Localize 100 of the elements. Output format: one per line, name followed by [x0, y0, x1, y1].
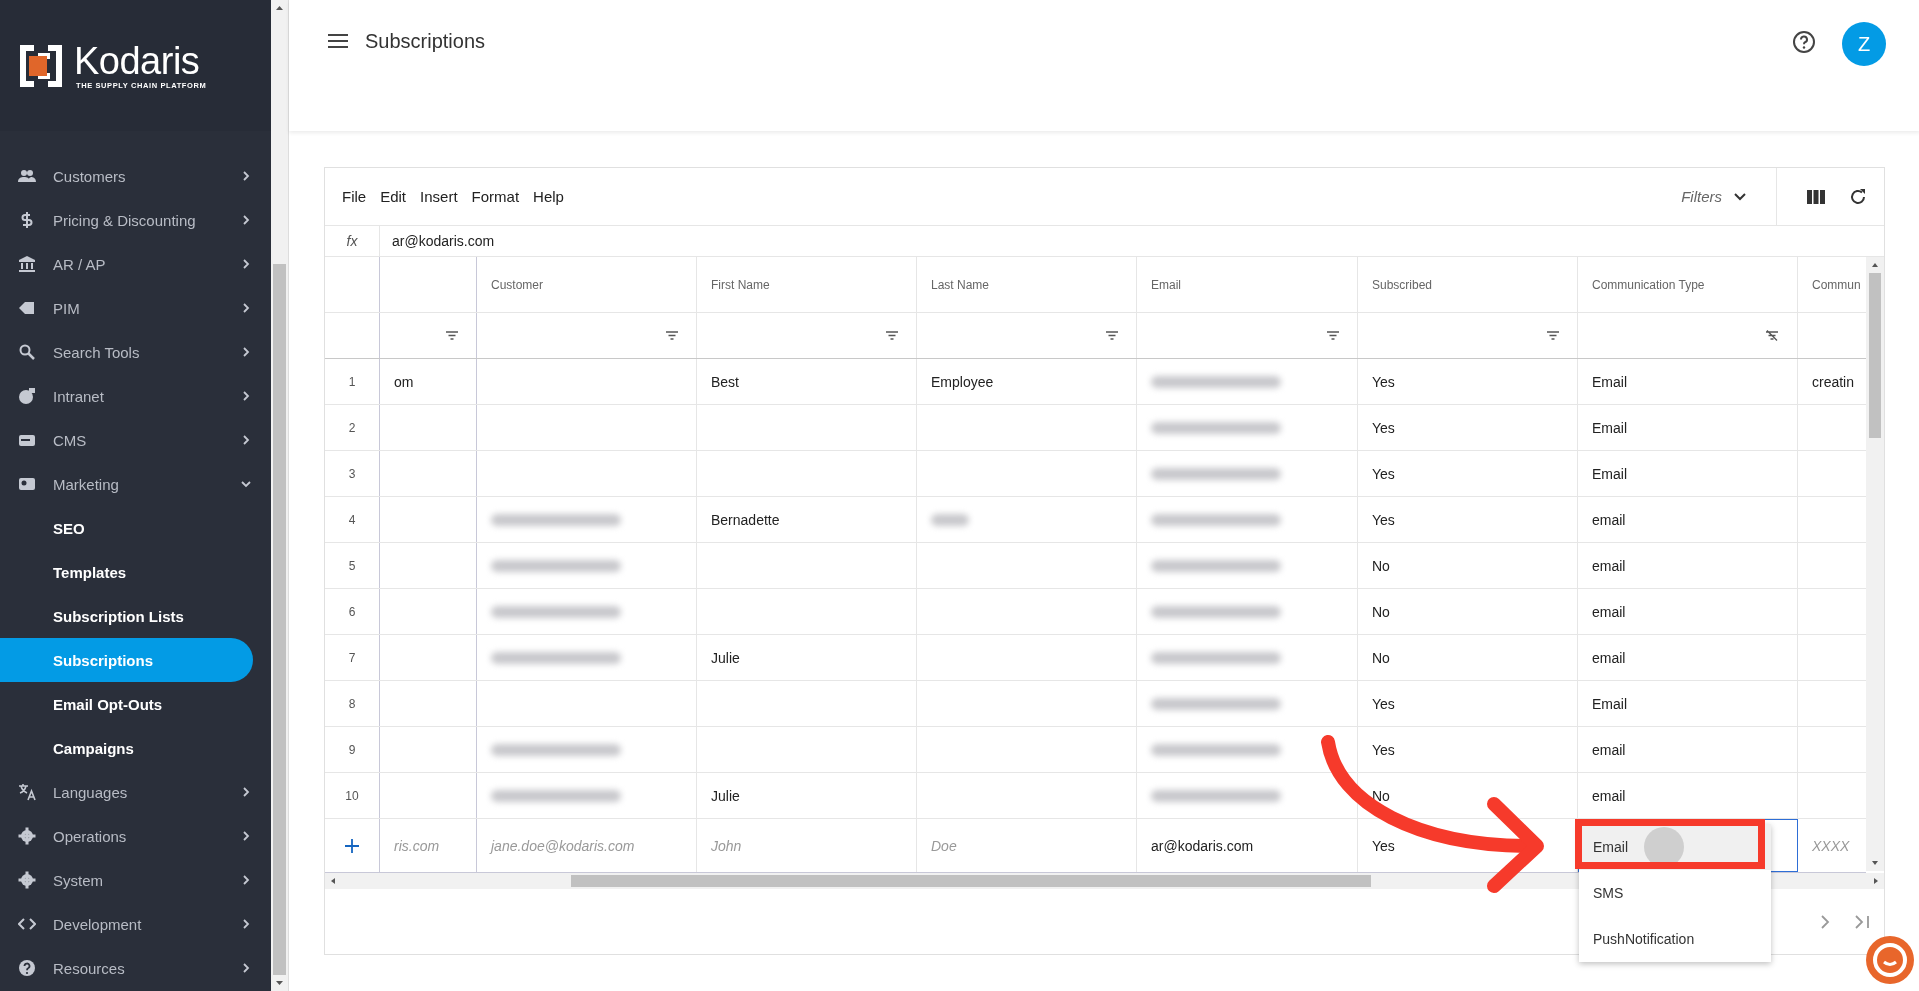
menu-item[interactable]: File [342, 188, 367, 205]
tag-icon [18, 299, 36, 317]
sidebar-item[interactable]: Customers [0, 154, 271, 198]
search-icon [18, 343, 36, 361]
dropdown-option[interactable]: SMS [1579, 870, 1771, 916]
sidebar-item[interactable]: Search Tools [0, 330, 271, 374]
table-cell: Bernadette [711, 511, 780, 528]
menu-item[interactable]: Insert [420, 188, 458, 205]
table-cell: Yes [1372, 465, 1395, 482]
filter-icon[interactable] [1327, 331, 1339, 340]
column-header[interactable]: First Name [711, 277, 770, 292]
sidebar-item[interactable]: AR / AP [0, 242, 271, 286]
next-page-icon[interactable] [1820, 914, 1830, 929]
filter-icon[interactable] [886, 331, 898, 340]
filter-icon[interactable] [446, 331, 458, 340]
chat-icon[interactable] [1865, 935, 1915, 985]
table-cell: No [1372, 557, 1390, 574]
table-cell: email [1592, 511, 1626, 528]
scrollbar-thumb[interactable] [273, 264, 286, 975]
table-cell: Yes [1372, 695, 1395, 712]
input-value[interactable]: Yes [1372, 837, 1395, 854]
sidebar-item[interactable]: Pricing & Discounting [0, 198, 271, 242]
brand-name: Kodaris [74, 41, 201, 81]
table-cell: Best [711, 373, 739, 390]
table-cell: Yes [1372, 419, 1395, 436]
chevron-right-icon [241, 391, 251, 401]
filter-icon[interactable] [666, 331, 678, 340]
add-icon[interactable] [345, 838, 359, 853]
row-number: 5 [348, 558, 356, 573]
sidebar-item[interactable]: Marketing [0, 462, 271, 506]
row-number: 8 [348, 696, 356, 711]
chevron-right-icon [241, 303, 251, 313]
sidebar-subitem[interactable]: SEO [0, 506, 253, 550]
column-header[interactable]: Customer [491, 277, 543, 292]
column-header[interactable]: Subscribed [1372, 277, 1433, 292]
dropdown-option[interactable]: PushNotification [1579, 916, 1771, 962]
chevron-down-icon [1734, 192, 1746, 201]
chevron-right-icon [241, 919, 251, 929]
gear-icon [18, 827, 36, 845]
scrollbar-thumb[interactable] [571, 875, 1371, 887]
chevron-right-icon [241, 259, 251, 269]
row-number: 1 [348, 374, 356, 389]
help-icon [18, 959, 36, 977]
last-page-icon[interactable] [1854, 914, 1870, 929]
column-header[interactable]: Communication Type [1592, 277, 1705, 292]
chevron-right-icon [241, 875, 251, 885]
formula-field[interactable]: ar@kodaris.com [380, 233, 495, 249]
input-value[interactable]: ar@kodaris.com [1151, 837, 1254, 854]
sidebar-item[interactable]: PIM [0, 286, 271, 330]
table-cell: Employee [931, 373, 994, 390]
sidebar-item[interactable]: System [0, 858, 271, 902]
sidebar-subitem[interactable]: Email Opt-Outs [0, 682, 253, 726]
table-cell: email [1592, 741, 1626, 758]
chevron-right-icon [241, 347, 251, 357]
sidebar-subitem[interactable]: Campaigns [0, 726, 253, 770]
filter-icon[interactable] [1547, 331, 1559, 340]
table-cell: No [1372, 787, 1390, 804]
table-cell: om [394, 373, 414, 390]
table-cell: Julie [711, 787, 740, 804]
chevron-right-icon [241, 215, 251, 225]
blurred-text [931, 513, 969, 526]
menu-item[interactable]: Format [471, 188, 520, 205]
filter-off-icon[interactable] [1765, 330, 1779, 341]
table-cell: Yes [1372, 511, 1395, 528]
scrollbar-thumb[interactable] [1869, 273, 1881, 438]
chevron-right-icon [241, 171, 251, 181]
table-cell: Yes [1372, 741, 1395, 758]
chevron-right-icon [241, 435, 251, 445]
table-cell: Julie [711, 649, 740, 666]
sidebar-subitem[interactable]: Templates [0, 550, 253, 594]
column-header[interactable]: Email [1151, 277, 1181, 292]
sidebar-item[interactable]: Languages [0, 770, 271, 814]
filters-dropdown[interactable]: Filters [1681, 188, 1762, 205]
help-icon[interactable] [1792, 30, 1816, 54]
sidebar-item[interactable]: CMS [0, 418, 271, 462]
refresh-icon[interactable] [1849, 187, 1867, 206]
table-cell: creatin [1812, 373, 1855, 390]
table-cell: No [1372, 603, 1390, 620]
translate-icon [18, 783, 36, 801]
row-number: 10 [345, 788, 359, 803]
chevron-right-icon [241, 963, 251, 973]
sidebar-item[interactable]: Resources [0, 946, 271, 990]
table-cell: No [1372, 649, 1390, 666]
filter-icon[interactable] [1106, 331, 1118, 340]
contact-icon [18, 475, 36, 493]
sidebar-subitem[interactable]: Subscription Lists [0, 594, 253, 638]
menu-icon[interactable] [328, 34, 348, 48]
menu-item[interactable]: Help [533, 188, 564, 205]
page-title: Subscriptions [365, 30, 486, 53]
formula-label: fx [325, 226, 380, 256]
logo-icon [20, 44, 62, 87]
table-cell: email [1592, 787, 1626, 804]
column-header[interactable]: Last Name [931, 277, 990, 292]
column-header[interactable]: Commun [1812, 277, 1861, 292]
sidebar-item[interactable]: Operations [0, 814, 271, 858]
sidebar-item[interactable]: Intranet [0, 374, 271, 418]
sidebar-item[interactable]: Development [0, 902, 271, 946]
row-number: 2 [348, 420, 356, 435]
columns-icon[interactable] [1807, 189, 1825, 204]
menu-item[interactable]: Edit [380, 188, 407, 205]
